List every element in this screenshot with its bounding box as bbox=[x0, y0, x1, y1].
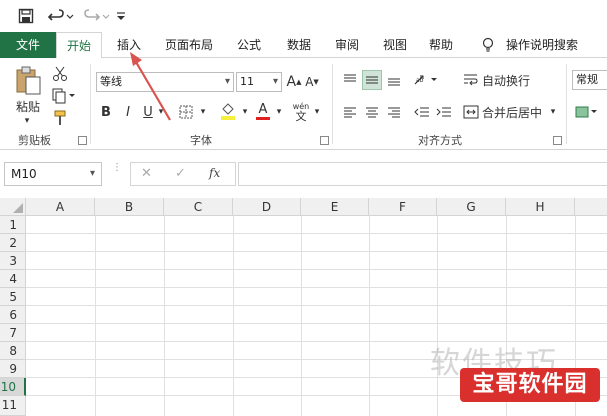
column-header[interactable]: E bbox=[301, 198, 369, 216]
formula-input[interactable] bbox=[238, 162, 607, 186]
enter-icon[interactable]: ✓ bbox=[175, 166, 186, 181]
cancel-icon[interactable]: ✕ bbox=[141, 166, 152, 181]
column-header[interactable]: D bbox=[233, 198, 301, 216]
grid-line bbox=[233, 216, 234, 416]
column-header[interactable]: A bbox=[26, 198, 95, 216]
column-header[interactable]: B bbox=[95, 198, 164, 216]
chevron-down-icon: ▾ bbox=[89, 168, 95, 179]
formula-bar: M10 ▾ ⋮ ✕ ✓ fx bbox=[0, 150, 607, 198]
name-box-value: M10 bbox=[11, 167, 37, 181]
grid-line bbox=[95, 216, 96, 416]
grid-line bbox=[26, 287, 607, 288]
select-all-corner[interactable] bbox=[0, 198, 26, 216]
column-header-partial[interactable] bbox=[575, 198, 607, 216]
row-header-selected[interactable]: 10 bbox=[0, 378, 26, 396]
grid-line bbox=[437, 216, 438, 416]
formula-buttons: ✕ ✓ fx bbox=[130, 162, 236, 186]
grid-line bbox=[26, 305, 607, 306]
row-header[interactable]: 1 bbox=[0, 216, 26, 234]
grid-line bbox=[369, 216, 370, 416]
column-header[interactable]: H bbox=[506, 198, 575, 216]
column-header[interactable]: G bbox=[437, 198, 506, 216]
row-header[interactable]: 9 bbox=[0, 360, 26, 378]
row-header[interactable]: 8 bbox=[0, 342, 26, 360]
name-box[interactable]: M10 ▾ bbox=[4, 162, 102, 186]
row-header[interactable]: 5 bbox=[0, 288, 26, 306]
insert-function-icon[interactable]: fx bbox=[209, 166, 220, 180]
grid-line bbox=[26, 269, 607, 270]
row-header[interactable]: 6 bbox=[0, 306, 26, 324]
splitter-handle-icon[interactable]: ⋮ bbox=[112, 163, 122, 184]
watermark-badge: 宝哥软件园 bbox=[460, 368, 600, 402]
row-header[interactable]: 4 bbox=[0, 270, 26, 288]
column-header[interactable]: C bbox=[164, 198, 233, 216]
row-header[interactable]: 2 bbox=[0, 234, 26, 252]
grid-line bbox=[301, 216, 302, 416]
row-header[interactable]: 7 bbox=[0, 324, 26, 342]
grid-line bbox=[26, 251, 607, 252]
grid-line bbox=[26, 323, 607, 324]
row-header[interactable]: 11 bbox=[0, 396, 26, 416]
grid-line bbox=[164, 216, 165, 416]
column-header[interactable]: F bbox=[369, 198, 437, 216]
row-header[interactable]: 3 bbox=[0, 252, 26, 270]
grid-line bbox=[26, 233, 607, 234]
